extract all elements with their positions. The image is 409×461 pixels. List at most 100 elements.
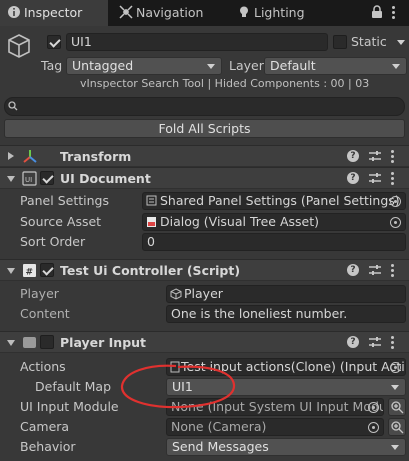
magnifier-plus-icon <box>391 401 404 414</box>
tab-bar: Inspector Navigation Lighting <box>0 0 409 26</box>
component-header-icons: ? <box>347 150 403 164</box>
panel-settings-value: Shared Panel Settings (Panel Settings) <box>160 193 400 208</box>
transform-header[interactable]: Transform ? <box>0 145 409 167</box>
presets-icon[interactable] <box>369 172 381 184</box>
panel-settings-asset-icon <box>146 195 157 206</box>
panel-settings-label: Panel Settings <box>20 193 109 208</box>
camera-find-button[interactable] <box>388 418 406 436</box>
uxml-asset-icon <box>147 217 156 227</box>
component-menu-icon[interactable] <box>391 336 395 349</box>
player-field[interactable]: Player <box>166 285 406 303</box>
more-options-icon[interactable] <box>392 6 396 19</box>
transform-icon <box>23 150 37 163</box>
svg-text:#: # <box>26 268 34 278</box>
component-header-icons: ? <box>347 336 403 350</box>
tab-inspector[interactable]: Inspector <box>0 0 108 26</box>
camera-label: Camera <box>20 419 70 434</box>
content-label: Content <box>20 306 70 321</box>
help-icon[interactable]: ? <box>347 150 359 162</box>
object-picker-icon[interactable] <box>368 422 379 433</box>
tag-dropdown[interactable]: Untagged <box>66 57 222 75</box>
search-input[interactable] <box>4 97 405 116</box>
layer-value: Default <box>270 58 316 73</box>
presets-icon[interactable] <box>369 264 381 276</box>
tab-label: Inspector <box>24 5 83 20</box>
source-asset-label: Source Asset <box>20 214 102 229</box>
prefab-cube-icon <box>170 288 182 300</box>
ui-input-module-find-button[interactable] <box>388 398 406 416</box>
actions-label: Actions <box>20 359 66 374</box>
ui-document-enabled-checkbox[interactable] <box>40 171 54 185</box>
tab-navigation[interactable]: Navigation <box>112 0 228 26</box>
ui-document-header[interactable]: UI UI Document ? <box>0 167 409 189</box>
object-picker-icon[interactable] <box>368 402 379 413</box>
tag-value: Untagged <box>72 58 134 73</box>
tab-lighting[interactable]: Lighting <box>230 0 330 26</box>
component-menu-icon[interactable] <box>391 150 395 163</box>
lock-icon[interactable] <box>371 5 383 19</box>
ui-input-module-label: UI Input Module <box>20 399 119 414</box>
camera-value: None (Camera) <box>171 419 267 434</box>
active-checkbox[interactable] <box>47 35 61 49</box>
magnifier-plus-icon <box>391 421 404 434</box>
player-input-enabled-checkbox[interactable] <box>40 335 54 349</box>
component-menu-icon[interactable] <box>391 264 395 277</box>
default-map-label: Default Map <box>35 379 112 394</box>
lightbulb-icon <box>240 6 248 17</box>
ui-document-icon: UI <box>22 171 37 186</box>
foldout-arrow-icon[interactable] <box>7 176 15 182</box>
help-icon[interactable]: ? <box>347 172 359 184</box>
component-menu-icon[interactable] <box>391 172 395 185</box>
source-asset-field[interactable]: Dialog (Visual Tree Asset) <box>142 213 406 231</box>
object-picker-icon[interactable] <box>390 217 401 228</box>
player-input-header[interactable]: Player Input ? <box>0 331 409 353</box>
sort-order-field[interactable]: 0 <box>142 233 406 251</box>
gameobject-cube-icon <box>8 34 30 58</box>
help-icon[interactable]: ? <box>347 336 359 348</box>
test-ui-controller-enabled-checkbox[interactable] <box>40 263 54 277</box>
presets-icon[interactable] <box>369 336 381 348</box>
foldout-arrow-icon[interactable] <box>8 152 14 160</box>
layer-label: Layer <box>229 58 264 73</box>
player-value: Player <box>184 286 223 301</box>
behavior-label: Behavior <box>20 439 76 454</box>
sort-order-label: Sort Order <box>20 234 86 249</box>
panel-settings-field[interactable]: Shared Panel Settings (Panel Settings) <box>142 192 406 210</box>
transform-title: Transform <box>60 149 132 164</box>
tab-label: Navigation <box>136 5 204 20</box>
component-header-icons: ? <box>347 264 403 278</box>
svg-text:UI: UI <box>25 176 32 184</box>
camera-field[interactable]: None (Camera) <box>166 418 384 436</box>
foldout-arrow-icon[interactable] <box>7 268 15 274</box>
behavior-dropdown[interactable]: Send Messages <box>166 438 406 456</box>
presets-icon[interactable] <box>369 150 381 162</box>
test-ui-controller-header[interactable]: # Test Ui Controller (Script) ? <box>0 259 409 281</box>
player-input-title: Player Input <box>60 335 147 350</box>
static-checkbox[interactable] <box>333 35 347 49</box>
static-dropdown[interactable] <box>393 34 407 52</box>
tab-label: Lighting <box>254 5 305 20</box>
test-ui-controller-title: Test Ui Controller (Script) <box>60 263 241 278</box>
component-header-icons: ? <box>347 172 403 186</box>
object-picker-icon[interactable] <box>390 362 401 373</box>
vinspector-info: vInspector Search Tool | Hided Component… <box>80 77 370 90</box>
player-label: Player <box>20 286 59 301</box>
static-label: Static <box>351 34 387 49</box>
player-input-icon <box>23 337 36 348</box>
tag-label: Tag <box>41 58 63 73</box>
search-icon <box>8 101 18 111</box>
ui-document-title: UI Document <box>60 171 151 186</box>
behavior-value: Send Messages <box>172 439 269 454</box>
foldout-arrow-icon[interactable] <box>7 340 15 346</box>
fold-all-scripts-button[interactable]: Fold All Scripts <box>4 119 405 138</box>
object-name-input[interactable]: UI1 <box>66 33 328 51</box>
navigation-icon <box>119 5 133 19</box>
source-asset-value: Dialog (Visual Tree Asset) <box>160 214 320 229</box>
annotation-circle <box>120 364 236 409</box>
object-picker-icon[interactable] <box>390 196 401 207</box>
script-icon: # <box>23 264 36 278</box>
layer-dropdown[interactable]: Default <box>264 57 407 75</box>
info-icon <box>8 6 20 18</box>
content-field[interactable]: One is the loneliest number. <box>166 305 406 323</box>
help-icon[interactable]: ? <box>347 264 359 276</box>
